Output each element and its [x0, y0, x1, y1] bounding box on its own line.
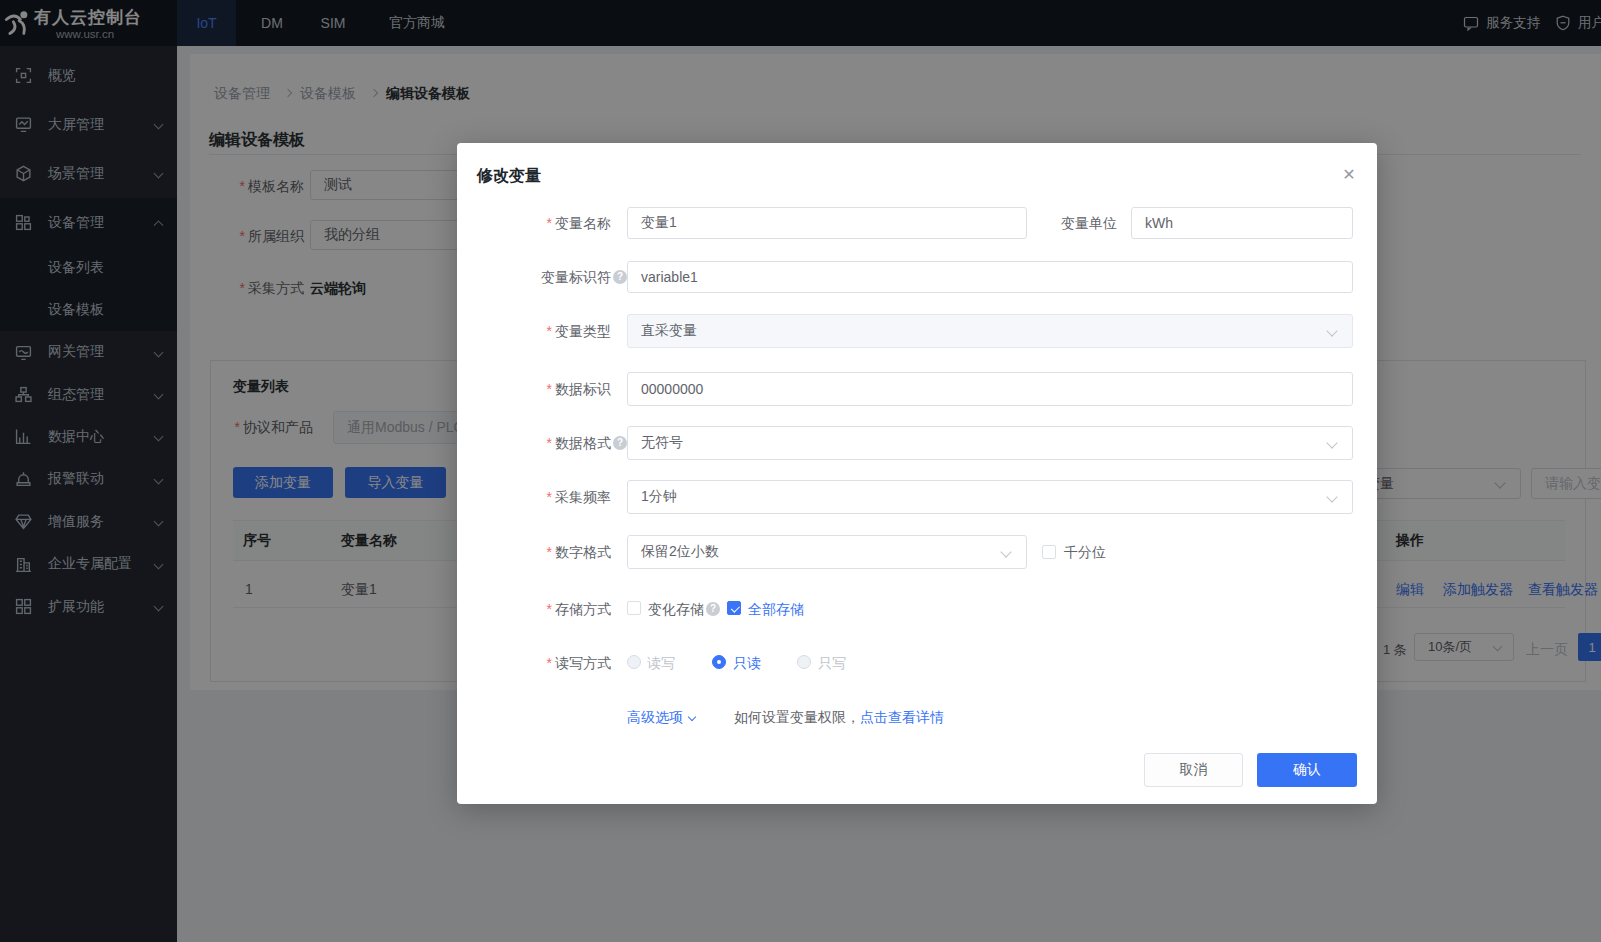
close-icon[interactable]: ✕ — [1339, 165, 1359, 184]
all-storage-label: 全部存储 — [748, 601, 804, 619]
name-input[interactable]: 变量1 — [627, 207, 1027, 239]
dataid-input[interactable]: 00000000 — [627, 372, 1353, 406]
dialog-title: 修改变量 — [477, 166, 541, 187]
help-icon[interactable]: ? — [613, 270, 627, 284]
format-select[interactable]: 无符号 — [627, 426, 1353, 460]
unit-input[interactable]: kWh — [1131, 207, 1353, 239]
freq-label: *采集频率 — [457, 489, 611, 507]
view-details-link[interactable]: 点击查看详情 — [860, 709, 944, 725]
numfmt-label: *数字格式 — [457, 544, 611, 562]
type-select[interactable]: 直采变量 — [627, 314, 1353, 348]
identifier-label: 变量标识符 — [457, 269, 611, 287]
unit-label: 变量单位 — [977, 215, 1117, 233]
identifier-input[interactable]: variable1 — [627, 261, 1353, 293]
writeonly-option-label: 只写 — [818, 655, 846, 673]
edit-variable-dialog: 修改变量 ✕ *变量名称 变量1 变量单位 kWh 变量标识符 ? variab… — [457, 143, 1377, 804]
change-storage-checkbox[interactable] — [627, 601, 641, 615]
cancel-button[interactable]: 取消 — [1144, 753, 1243, 787]
all-storage-checkbox[interactable] — [727, 601, 741, 615]
advanced-options-toggle[interactable]: 高级选项 — [627, 709, 683, 727]
help-icon[interactable]: ? — [613, 436, 627, 450]
readonly-radio[interactable] — [712, 655, 726, 669]
chevron-down-icon — [688, 713, 696, 721]
type-label: *变量类型 — [457, 323, 611, 341]
thousands-checkbox[interactable] — [1042, 545, 1056, 559]
format-label: *数据格式 — [457, 435, 611, 453]
readonly-option-label: 只读 — [733, 655, 761, 673]
rw-option-label: 读写 — [647, 655, 675, 673]
thousands-label: 千分位 — [1064, 544, 1106, 562]
help-icon[interactable]: ? — [706, 602, 720, 616]
rw-label: *读写方式 — [457, 655, 611, 673]
storage-label: *存储方式 — [457, 601, 611, 619]
dataid-label: *数据标识 — [457, 381, 611, 399]
rw-radio[interactable] — [627, 655, 641, 669]
freq-select[interactable]: 1分钟 — [627, 480, 1353, 514]
permission-hint-row: 如何设置变量权限，点击查看详情 — [734, 709, 944, 727]
writeonly-radio[interactable] — [797, 655, 811, 669]
name-label: *变量名称 — [457, 215, 611, 233]
confirm-button[interactable]: 确认 — [1257, 753, 1357, 787]
permission-hint: 如何设置变量权限， — [734, 709, 860, 725]
change-storage-label: 变化存储 — [648, 601, 704, 619]
numfmt-select[interactable]: 保留2位小数 — [627, 535, 1027, 569]
